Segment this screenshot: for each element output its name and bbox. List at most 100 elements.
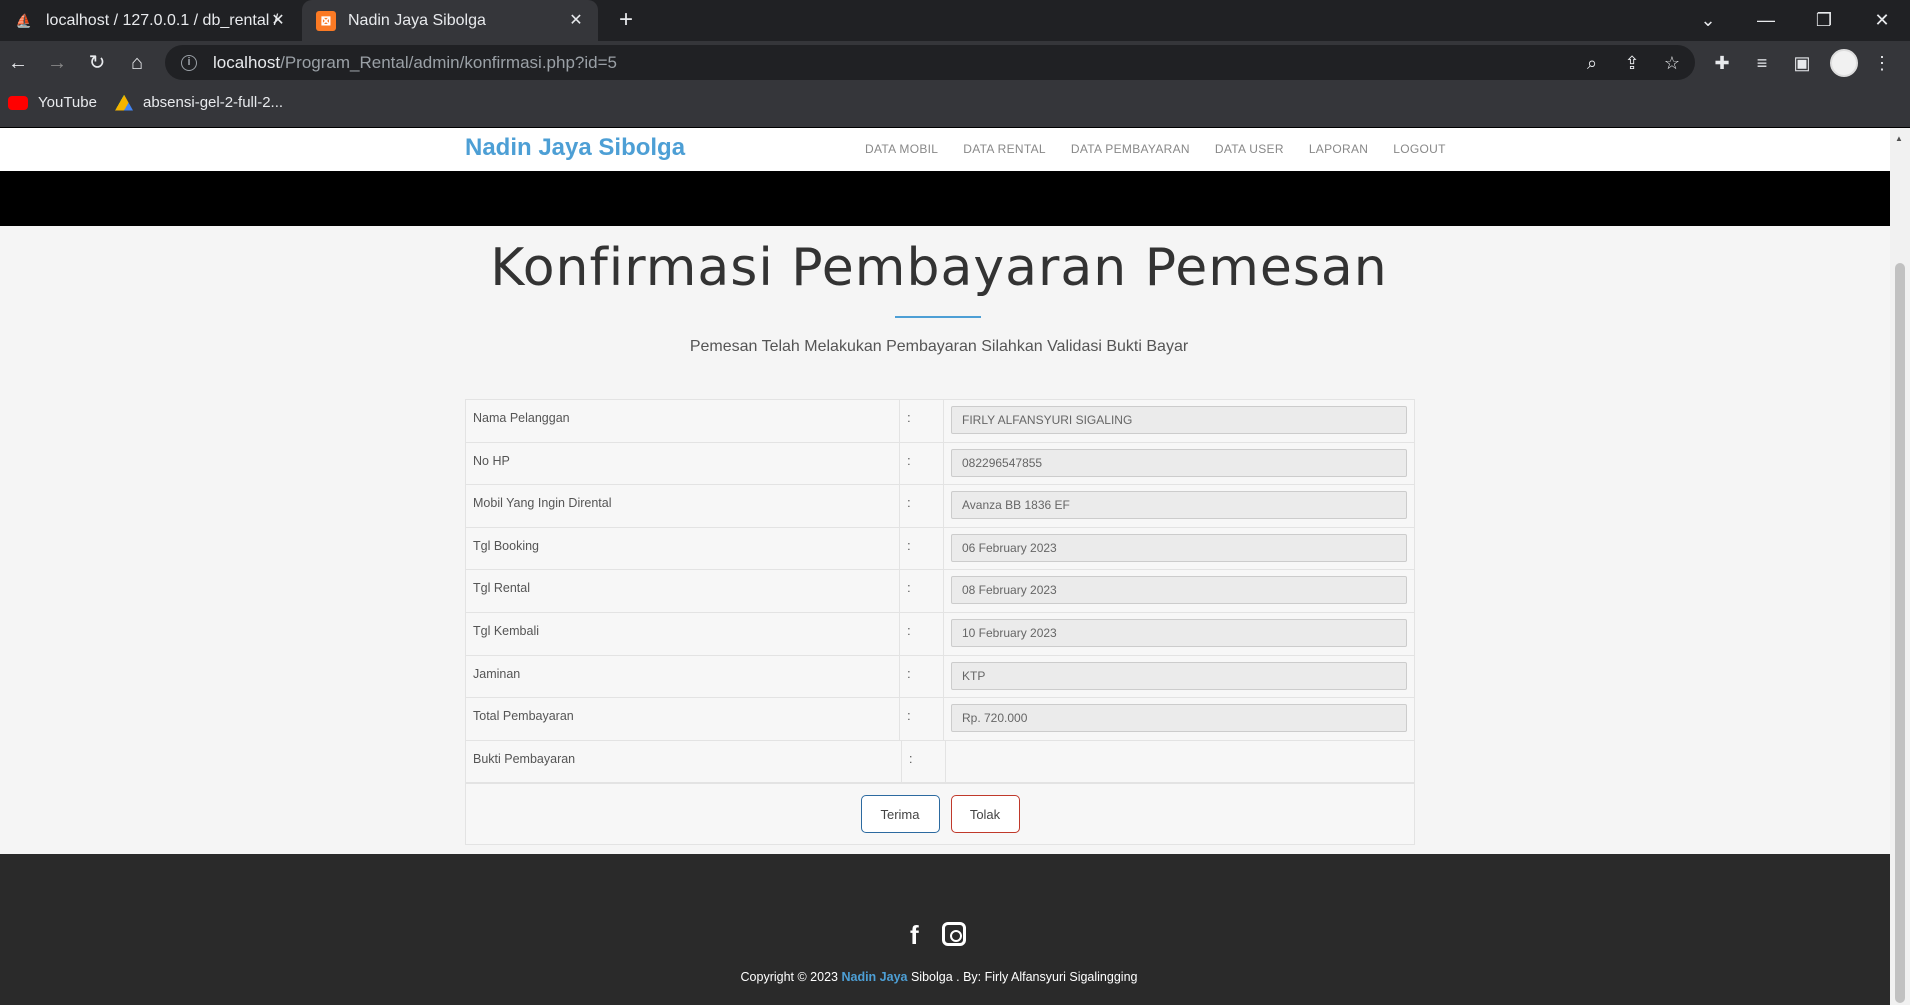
field-colon: : [900,655,944,698]
menu-icon[interactable]: ⋮ [1868,49,1896,77]
restore-button[interactable]: ❐ [1796,0,1852,41]
field-colon: : [900,400,944,442]
new-tab-button[interactable]: + [612,6,640,34]
instagram-icon[interactable] [942,922,966,946]
tab-title: Nadin Jaya Sibolga [348,11,486,29]
field-label: Tgl Booking [466,527,901,570]
media-icon[interactable]: ≡ [1748,49,1776,77]
field-colon: : [900,698,944,740]
mobil-field[interactable] [951,491,1407,520]
url-host: localhost [213,52,281,72]
page-title: Konfirmasi Pembayaran Pemesan [490,238,1388,298]
nav-data-rental[interactable]: DATA RENTAL [963,142,1046,156]
address-bar[interactable]: i localhost/Program_Rental/admin/konfirm… [165,45,1695,80]
browser-toolbar: ← → ↻ ⌂ i localhost/Program_Rental/admin… [0,41,1910,84]
nav-data-mobil[interactable]: DATA MOBIL [865,142,938,156]
site-navbar: Nadin Jaya Sibolga DATA MOBIL DATA RENTA… [0,128,1890,171]
confirmation-form: Nama Pelanggan : No HP : Mobil Yang Ingi… [465,399,1415,846]
bukti-pembayaran-value [946,741,1414,783]
footer-brand[interactable]: Nadin Jaya [841,970,907,984]
field-label: No HP [466,442,901,485]
share-icon[interactable]: ⇪ [1618,49,1646,77]
youtube-icon [8,95,28,110]
accept-button[interactable]: Terima [860,795,940,834]
field-colon: : [902,740,946,783]
extensions-icon[interactable]: ✚ [1708,49,1736,77]
field-label: Mobil Yang Ingin Dirental [466,485,901,527]
social-links: f [910,920,966,950]
jaminan-field[interactable] [951,661,1407,690]
field-label: Nama Pelanggan [466,400,901,442]
nav-logout[interactable]: LOGOUT [1393,142,1445,156]
phpmyadmin-icon: ⛵ [15,12,33,28]
google-drive-icon [115,94,133,111]
main-content: Konfirmasi Pembayaran Pemesan Pemesan Te… [0,226,1890,854]
bookmark-youtube[interactable]: YouTube [8,94,97,111]
bookmark-star-icon[interactable]: ☆ [1658,49,1686,77]
field-label: Total Pembayaran [466,698,901,740]
bookmark-label: YouTube [38,94,97,111]
field-colon: : [900,612,944,655]
site-footer: f Copyright © 2023 Nadin Jaya Sibolga . … [0,854,1890,1005]
bookmark-absensi[interactable]: absensi-gel-2-full-2... [115,94,283,111]
nav-links: DATA MOBIL DATA RENTAL DATA PEMBAYARAN D… [865,142,1471,156]
form-row-mobil: Mobil Yang Ingin Dirental : [466,485,1414,528]
forward-icon[interactable]: → [43,49,71,77]
tgl-kembali-field[interactable] [951,618,1407,647]
tgl-booking-field[interactable] [951,533,1407,562]
scroll-thumb[interactable] [1895,263,1905,1003]
tab-strip: ⛵ localhost / 127.0.0.1 / db_rental / ✕ … [0,0,1910,41]
reload-icon[interactable]: ↻ [83,49,111,77]
tab-phpmyadmin[interactable]: ⛵ localhost / 127.0.0.1 / db_rental / ✕ [0,0,300,41]
site-brand[interactable]: Nadin Jaya Sibolga [465,134,685,162]
form-row-tgl-booking: Tgl Booking : [466,527,1414,571]
page-viewport: Nadin Jaya Sibolga DATA MOBIL DATA RENTA… [0,128,1910,1005]
field-label: Tgl Kembali [466,612,901,655]
form-row-tgl-kembali: Tgl Kembali : [466,612,1414,656]
site-info-icon[interactable]: i [181,54,197,71]
side-panel-icon[interactable]: ▣ [1788,49,1816,77]
page-subtitle: Pemesan Telah Melakukan Pembayaran Silah… [689,338,1189,355]
scroll-up-arrow-icon[interactable]: ▲ [1895,134,1903,143]
nama-pelanggan-field[interactable] [951,406,1407,434]
field-colon: : [900,485,944,527]
facebook-icon[interactable]: f [910,920,928,950]
form-row-jaminan: Jaminan : [466,655,1414,699]
form-row-no-hp: No HP : [466,442,1414,486]
profile-avatar[interactable] [1830,49,1858,77]
close-window-button[interactable]: ✕ [1854,0,1910,41]
form-row-total-pembayaran: Total Pembayaran : [466,698,1414,741]
field-colon: : [900,527,944,570]
form-row-bukti-pembayaran: Bukti Pembayaran : [466,740,1414,784]
url-path: /Program_Rental/admin/konfirmasi.php?id=… [280,52,617,72]
back-icon[interactable]: ← [4,49,32,77]
action-row: Terima Tolak [466,783,1414,844]
close-icon[interactable]: ✕ [566,10,586,30]
tab-nadin-jaya[interactable]: ⊠ Nadin Jaya Sibolga ✕ [302,0,598,41]
field-label: Bukti Pembayaran [466,740,902,783]
close-icon[interactable]: ✕ [268,10,288,30]
nav-data-pembayaran[interactable]: DATA PEMBAYARAN [1071,142,1190,156]
zoom-icon[interactable]: ⌕ [1578,49,1606,77]
copyright-text: Copyright © 2023 Nadin Jaya Sibolga . By… [0,970,1878,984]
minimize-button[interactable]: — [1738,0,1794,41]
scrollbar[interactable]: ▲ [1890,128,1910,1005]
total-pembayaran-field[interactable] [951,704,1407,733]
nav-laporan[interactable]: LAPORAN [1309,142,1368,156]
nav-data-user[interactable]: DATA USER [1215,142,1284,156]
tab-title: localhost / 127.0.0.1 / db_rental / [46,11,279,29]
home-icon[interactable]: ⌂ [123,49,151,77]
reject-button[interactable]: Tolak [950,795,1020,834]
tab-search-icon[interactable]: ⌄ [1680,0,1736,41]
tgl-rental-field[interactable] [951,576,1407,605]
field-label: Tgl Rental [466,570,901,612]
field-colon: : [900,442,944,485]
no-hp-field[interactable] [951,448,1407,477]
bookmarks-bar: YouTube absensi-gel-2-full-2... [0,84,1910,128]
bookmark-label: absensi-gel-2-full-2... [143,94,284,111]
copyright-prefix: Copyright © 2023 [740,970,838,984]
field-colon: : [900,570,944,612]
title-divider [895,316,981,318]
copyright-suffix: Sibolga . By: Firly Alfansyuri Sigalingg… [910,970,1138,984]
hero-banner [0,171,1890,226]
